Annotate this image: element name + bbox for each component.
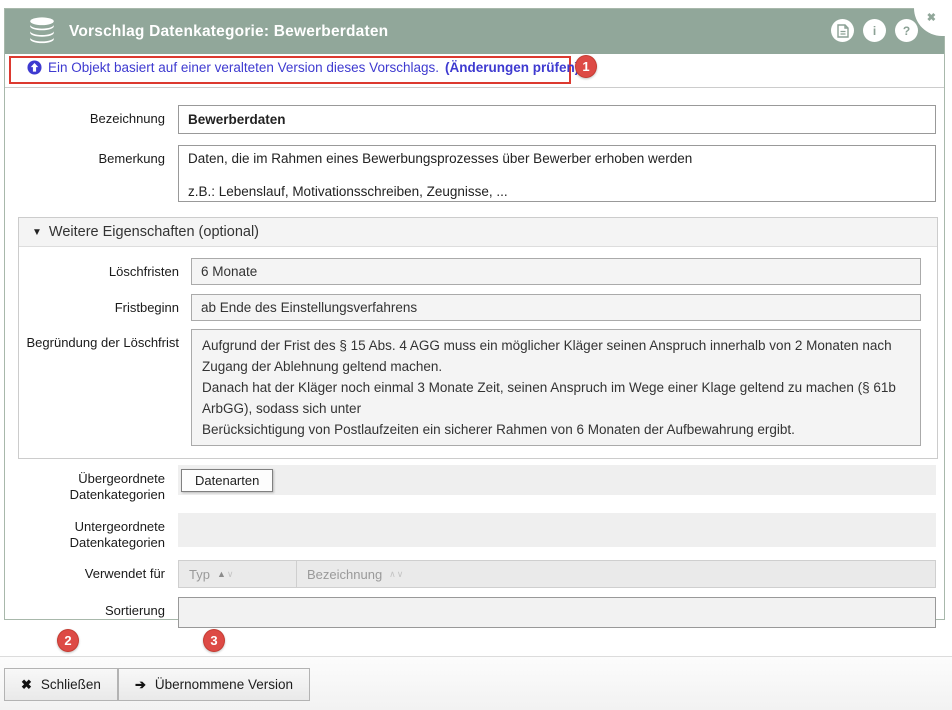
weitere-eigenschaften-group: ▼ Weitere Eigenschaften (optional) Lösch…	[18, 217, 938, 459]
header-toolbar: i ?	[831, 19, 918, 42]
schliessen-button[interactable]: ✖ Schließen	[4, 668, 118, 701]
form-body: Bezeichnung Bewerberdaten Bemerkung Date…	[5, 88, 944, 628]
dialog-title: Vorschlag Datenkategorie: Bewerberdaten	[69, 23, 388, 41]
verwendet-fuer-label: Verwendet für	[5, 560, 165, 582]
untergeordnete-label: Untergeordnete Datenkategorien	[5, 513, 165, 552]
bezeichnung-field[interactable]: Bewerberdaten	[178, 105, 936, 134]
row-uebergeordnete: Übergeordnete Datenkategorien Datenarten	[5, 465, 944, 504]
schliessen-button-label: Schließen	[41, 677, 101, 692]
sortierung-label: Sortierung	[5, 597, 165, 619]
column-header-typ[interactable]: Typ ▲∨	[179, 561, 297, 587]
verwendet-fuer-table-header: Typ ▲∨ Bezeichnung ∧∨	[178, 560, 936, 588]
uebernommene-version-button[interactable]: ➔ Übernommene Version	[118, 668, 310, 701]
row-loeschfristen: Löschfristen 6 Monate	[19, 258, 937, 285]
footer-bar: ✖ Schließen ➔ Übernommene Version	[0, 656, 952, 710]
close-icon[interactable]: ✖	[927, 11, 936, 24]
pdf-export-icon[interactable]	[831, 19, 854, 42]
check-changes-link[interactable]: (Änderungen prüfen).	[445, 60, 583, 75]
datenarten-button[interactable]: Datenarten	[181, 469, 273, 492]
dialog-header: Vorschlag Datenkategorie: Bewerberdaten …	[5, 9, 944, 54]
annotation-badge-1: 1	[575, 55, 597, 78]
sort-icons-bezeichnung: ∧∨	[389, 569, 404, 580]
untergeordnete-list	[178, 513, 936, 547]
begruendung-field: Aufgrund der Frist des § 15 Abs. 4 AGG m…	[191, 329, 921, 446]
bemerkung-label: Bemerkung	[5, 145, 165, 167]
sort-icons-typ: ▲∨	[217, 569, 235, 580]
row-sortierung: Sortierung	[5, 597, 944, 628]
row-verwendet-fuer: Verwendet für Typ ▲∨ Bezeichnung ∧∨	[5, 560, 944, 588]
alert-bar: Ein Objekt basiert auf einer veralteten …	[5, 54, 944, 88]
circle-up-arrow-icon	[27, 60, 42, 75]
row-untergeordnete: Untergeordnete Datenkategorien	[5, 513, 944, 552]
fristbeginn-field: ab Ende des Einstellungsverfahrens	[191, 294, 921, 321]
alert-message: Ein Objekt basiert auf einer veralteten …	[48, 60, 439, 75]
uebernommene-version-button-label: Übernommene Version	[155, 677, 293, 692]
database-icon	[29, 17, 55, 47]
help-icon[interactable]: ?	[895, 19, 918, 42]
loeschfristen-field: 6 Monate	[191, 258, 921, 285]
bemerkung-field[interactable]: Daten, die im Rahmen eines Bewerbungspro…	[178, 145, 936, 202]
row-bemerkung: Bemerkung Daten, die im Rahmen eines Bew…	[5, 145, 944, 202]
annotation-badge-2: 2	[57, 629, 79, 652]
close-x-icon: ✖	[21, 677, 32, 693]
sortierung-field	[178, 597, 936, 628]
collapse-triangle-icon: ▼	[32, 227, 42, 238]
annotation-badge-3: 3	[203, 629, 225, 652]
corner-notch: ✖	[914, 8, 945, 36]
screen: Vorschlag Datenkategorie: Bewerberdaten …	[0, 0, 952, 710]
column-header-bezeichnung[interactable]: Bezeichnung ∧∨	[297, 561, 935, 587]
bezeichnung-column-label: Bezeichnung	[307, 567, 382, 582]
weitere-eigenschaften-toggle[interactable]: ▼ Weitere Eigenschaften (optional)	[19, 218, 937, 247]
row-bezeichnung: Bezeichnung Bewerberdaten	[5, 105, 944, 134]
row-begruendung: Begründung der Löschfrist Aufgrund der F…	[19, 329, 937, 446]
bezeichnung-label: Bezeichnung	[5, 105, 165, 127]
typ-column-label: Typ	[189, 567, 210, 582]
uebergeordnete-label: Übergeordnete Datenkategorien	[5, 465, 165, 504]
info-icon[interactable]: i	[863, 19, 886, 42]
weitere-eigenschaften-title: Weitere Eigenschaften (optional)	[49, 224, 259, 240]
arrow-right-icon: ➔	[135, 677, 146, 693]
pdf-document-icon	[837, 24, 849, 38]
uebergeordnete-list: Datenarten	[178, 465, 936, 495]
loeschfristen-label: Löschfristen	[19, 258, 179, 280]
dialog-vorschlag-datenkategorie: Vorschlag Datenkategorie: Bewerberdaten …	[4, 8, 945, 620]
begruendung-label: Begründung der Löschfrist	[19, 329, 179, 351]
fristbeginn-label: Fristbeginn	[19, 294, 179, 316]
row-fristbeginn: Fristbeginn ab Ende des Einstellungsverf…	[19, 294, 937, 321]
